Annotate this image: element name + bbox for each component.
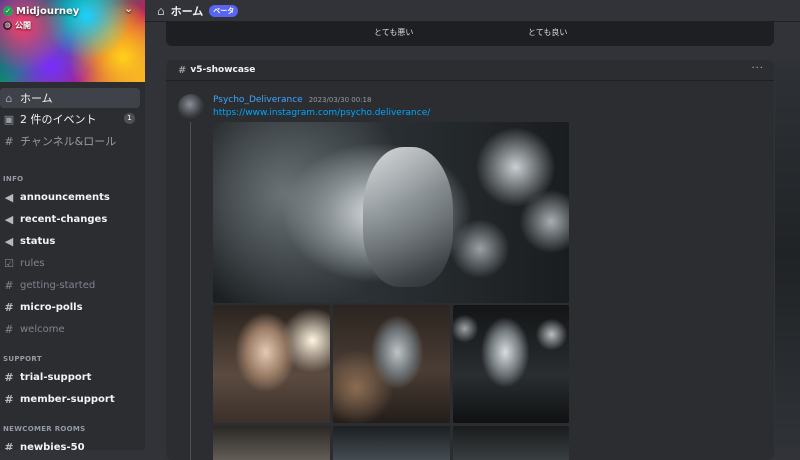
category-info[interactable]: INFO xyxy=(3,175,23,183)
globe-icon: ◍ xyxy=(3,21,12,30)
server-name-row[interactable]: ✓ Midjourney xyxy=(3,4,79,18)
channel-name: announcements xyxy=(20,191,110,203)
nav-channels-roles[interactable]: # チャンネル&ロール xyxy=(0,131,140,151)
server-sidebar: ✓ Midjourney ⌄ ◍ 公開 ⌂ ホーム ▣ 2 件のイベント 1 #… xyxy=(0,0,145,450)
channel-recent-changes[interactable]: ◀ recent-changes xyxy=(0,209,140,229)
events-count-badge: 1 xyxy=(124,113,135,124)
hash-icon: # xyxy=(4,370,14,384)
megaphone-icon: ◀ xyxy=(4,212,14,226)
face-highlight xyxy=(363,147,453,287)
channel-getting-started[interactable]: # getting-started xyxy=(0,275,140,295)
channel-status[interactable]: ◀ status xyxy=(0,231,140,251)
hash-icon: # xyxy=(4,300,14,314)
thread-line xyxy=(190,122,191,460)
page-title: ホーム xyxy=(170,4,204,18)
channel-name[interactable]: v5-showcase xyxy=(190,65,255,75)
channel-name: status xyxy=(20,235,56,247)
chevron-down-icon[interactable]: ⌄ xyxy=(124,2,133,15)
hash-icon: # xyxy=(4,322,14,336)
attachment-image-thumb[interactable] xyxy=(333,305,450,423)
channel-trial-support[interactable]: # trial-support xyxy=(0,367,140,387)
home-icon: ⌂ xyxy=(157,3,165,18)
beta-badge: ベータ xyxy=(209,4,239,17)
more-options-icon[interactable]: ··· xyxy=(751,63,764,74)
author-name[interactable]: Psycho_Deliverance xyxy=(213,95,303,105)
hash-icon: # xyxy=(4,440,14,451)
poll-label-very-bad[interactable]: とても悪い xyxy=(374,27,413,38)
channel-name: micro-polls xyxy=(20,301,83,313)
author-row: Psycho_Deliverance 2023/03/30 00:18 xyxy=(213,95,371,105)
channel-name: trial-support xyxy=(20,371,92,383)
top-bar: ⌂ ホーム ベータ xyxy=(145,0,800,22)
attachment-image-main[interactable] xyxy=(213,122,569,303)
poll-card: とても悪い とても良い xyxy=(166,22,774,46)
nav-home-label: ホーム xyxy=(20,92,53,105)
channels-roles-icon: # xyxy=(4,134,14,148)
showcase-post-card: # v5-showcase ··· Psycho_Deliverance 202… xyxy=(166,60,774,460)
channel-welcome[interactable]: # welcome xyxy=(0,319,140,339)
megaphone-icon: ◀ xyxy=(4,234,14,248)
checkbox-icon: ☑ xyxy=(4,256,14,270)
channel-micro-polls[interactable]: # micro-polls xyxy=(0,297,140,317)
server-banner[interactable]: ✓ Midjourney ⌄ ◍ 公開 xyxy=(0,0,145,82)
nav-events-label: 2 件のイベント xyxy=(20,113,97,126)
avatar[interactable] xyxy=(178,94,204,120)
attachment-image-thumb[interactable] xyxy=(453,426,569,460)
home-icon: ⌂ xyxy=(5,91,13,105)
nav-channels-roles-label: チャンネル&ロール xyxy=(20,135,117,148)
category-newcomer-rooms[interactable]: NEWCOMER ROOMS xyxy=(3,425,86,433)
channel-newbies-50[interactable]: # newbies-50 xyxy=(0,437,140,451)
message-link[interactable]: https://www.instagram.com/psycho.deliver… xyxy=(213,108,430,118)
channel-name: member-support xyxy=(20,393,115,405)
calendar-icon: ▣ xyxy=(3,112,15,126)
hash-icon: # xyxy=(4,392,14,406)
megaphone-icon: ◀ xyxy=(4,190,14,204)
attachment-image-thumb[interactable] xyxy=(333,426,450,460)
nav-home[interactable]: ⌂ ホーム xyxy=(0,88,140,108)
channel-name: getting-started xyxy=(20,279,96,291)
poll-label-very-good[interactable]: とても良い xyxy=(528,27,567,38)
attachment-image-thumb[interactable] xyxy=(213,426,330,460)
nav-events[interactable]: ▣ 2 件のイベント 1 xyxy=(0,109,140,129)
channel-name: rules xyxy=(20,257,45,269)
public-label: 公開 xyxy=(15,21,31,30)
attachment-image-thumb[interactable] xyxy=(453,305,569,423)
channel-rules[interactable]: ☑ rules xyxy=(0,253,140,273)
server-name[interactable]: Midjourney xyxy=(16,6,79,17)
channel-name: recent-changes xyxy=(20,213,108,225)
timestamp: 2023/03/30 00:18 xyxy=(308,96,372,104)
channel-member-support[interactable]: # member-support xyxy=(0,389,140,409)
channel-name: newbies-50 xyxy=(20,441,85,451)
hash-icon: # xyxy=(178,64,187,76)
adjacent-card-edge xyxy=(775,60,800,450)
hash-icon: # xyxy=(4,278,14,292)
public-badge: ◍ 公開 xyxy=(3,20,31,31)
attachment-image-thumb[interactable] xyxy=(213,305,330,423)
channel-name: welcome xyxy=(20,323,65,335)
verified-check-icon: ✓ xyxy=(3,6,13,16)
category-support[interactable]: SUPPORT xyxy=(3,355,42,363)
card-header: # v5-showcase xyxy=(166,60,774,81)
channel-announcements[interactable]: ◀ announcements xyxy=(0,187,140,207)
